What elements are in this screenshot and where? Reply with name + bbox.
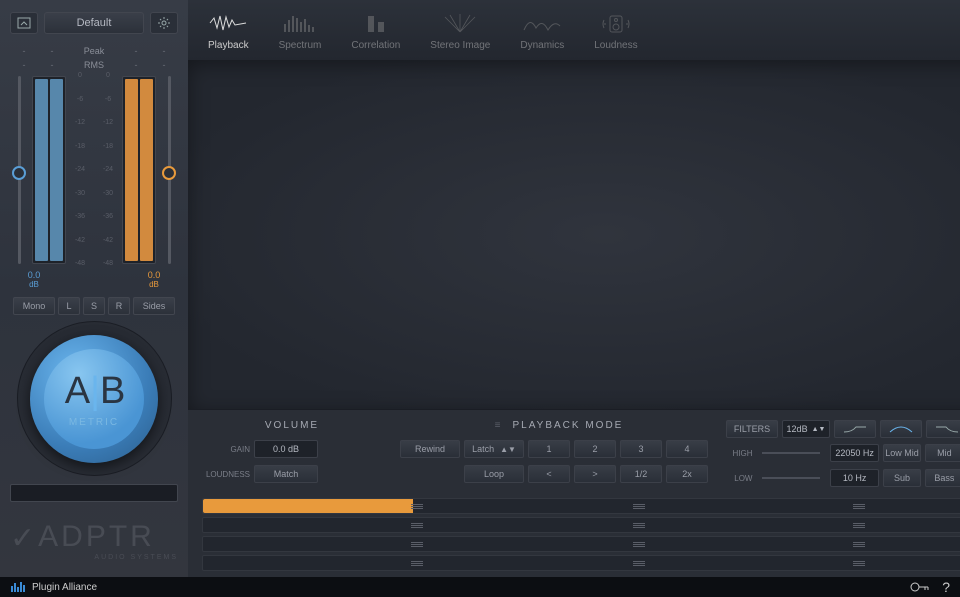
match-button[interactable]: Match — [254, 465, 318, 483]
right-button[interactable]: R — [108, 297, 130, 315]
tab-dynamics[interactable]: Dynamics — [520, 10, 564, 51]
side-button[interactable]: S — [83, 297, 105, 315]
meter-b — [122, 76, 156, 264]
preset-button[interactable]: Default — [44, 12, 144, 34]
meter-scale-a: 0-6-12-18-24-30-36-42-48 — [70, 76, 90, 264]
adptr-logo: ✓ADPTR AUDIO SYSTEMS — [10, 511, 178, 569]
app-icon-button[interactable] — [10, 12, 38, 34]
track-row[interactable] — [202, 536, 960, 552]
loop-button[interactable]: Loop — [464, 465, 524, 483]
meter-section: 0-6-12-18-24-30-36-42-48 0-6-12-18-24-30… — [10, 76, 178, 264]
rms-readout-row: - - RMS - - — [10, 58, 178, 72]
tab-playback[interactable]: Playback — [208, 10, 249, 51]
meter-a — [32, 76, 66, 264]
metric-label: METRIC — [69, 417, 119, 428]
lowmid-button[interactable]: Low Mid — [883, 444, 921, 462]
sidebar: Default - - Peak - - - - RMS - - — [0, 0, 188, 577]
double-speed-button[interactable]: 2x — [666, 465, 708, 483]
footer-brand: Plugin Alliance — [32, 582, 97, 593]
bottom-panel: VOLUME GAIN 0.0 dB LOUDNESS Match ≡PLAYB… — [188, 409, 960, 577]
cue-4-button[interactable]: 4 — [666, 440, 708, 458]
sides-button[interactable]: Sides — [133, 297, 175, 315]
next-button[interactable]: > — [574, 465, 616, 483]
cue-3-button[interactable]: 3 — [620, 440, 662, 458]
key-icon[interactable] — [910, 581, 930, 593]
main-display[interactable] — [188, 60, 960, 409]
help-icon[interactable]: ? — [942, 579, 950, 595]
half-speed-button[interactable]: 1/2 — [620, 465, 662, 483]
filter-slope[interactable]: 12dB▲▼ — [782, 420, 830, 438]
left-button[interactable]: L — [58, 297, 80, 315]
footer: Plugin Alliance ? — [0, 577, 960, 597]
playback-title: ≡PLAYBACK MODE — [400, 420, 708, 431]
track-row[interactable] — [202, 555, 960, 571]
bell-shape-button[interactable] — [880, 420, 922, 438]
sub-button[interactable]: Sub — [883, 469, 921, 487]
latch-button[interactable]: Latch▲▼ — [464, 440, 524, 458]
track-row[interactable] — [202, 517, 960, 533]
meter-scale-b: 0-6-12-18-24-30-36-42-48 — [98, 76, 118, 264]
slider-a[interactable] — [10, 76, 28, 264]
tracks — [202, 498, 960, 571]
prev-button[interactable]: < — [528, 465, 570, 483]
filters-button[interactable]: FILTERS — [726, 420, 778, 438]
rewind-button[interactable]: Rewind — [400, 440, 460, 458]
tab-correlation[interactable]: Correlation — [351, 10, 400, 51]
gain-value[interactable]: 0.0 dB — [254, 440, 318, 458]
lowshelf-shape-button[interactable] — [834, 420, 876, 438]
meter-b-value: 0.0dB — [130, 270, 178, 289]
slider-b[interactable] — [160, 76, 178, 264]
plugin-alliance-icon — [10, 581, 26, 593]
waveform-slot[interactable] — [10, 484, 178, 502]
bass-button[interactable]: Bass — [925, 469, 960, 487]
track-row[interactable] — [202, 498, 960, 514]
volume-title: VOLUME — [202, 420, 382, 431]
tab-row: Playback Spectrum Correlation Stereo Image D… — [188, 0, 960, 60]
peak-readout-row: - - Peak - - — [10, 44, 178, 58]
gain-label: GAIN — [202, 445, 250, 454]
ab-dial[interactable]: A|B METRIC — [17, 321, 172, 476]
tab-spectrum[interactable]: Spectrum — [279, 10, 322, 51]
gear-icon[interactable] — [150, 12, 178, 34]
monitor-row: Mono L S R Sides — [10, 297, 178, 315]
loudness-label: LOUDNESS — [202, 470, 250, 479]
tab-loudness[interactable]: Loudness — [594, 10, 637, 51]
tab-stereo-image[interactable]: Stereo Image — [430, 10, 490, 51]
high-label: HIGH — [726, 449, 752, 458]
cue-1-button[interactable]: 1 — [528, 440, 570, 458]
meter-a-value: 0.0dB — [10, 270, 58, 289]
low-label: LOW — [726, 474, 752, 483]
highshelf-shape-button[interactable] — [926, 420, 960, 438]
mid-button[interactable]: Mid — [925, 444, 960, 462]
cue-2-button[interactable]: 2 — [574, 440, 616, 458]
low-freq[interactable]: 10 Hz — [830, 469, 878, 487]
high-freq[interactable]: 22050 Hz — [830, 444, 878, 462]
mono-button[interactable]: Mono — [13, 297, 55, 315]
